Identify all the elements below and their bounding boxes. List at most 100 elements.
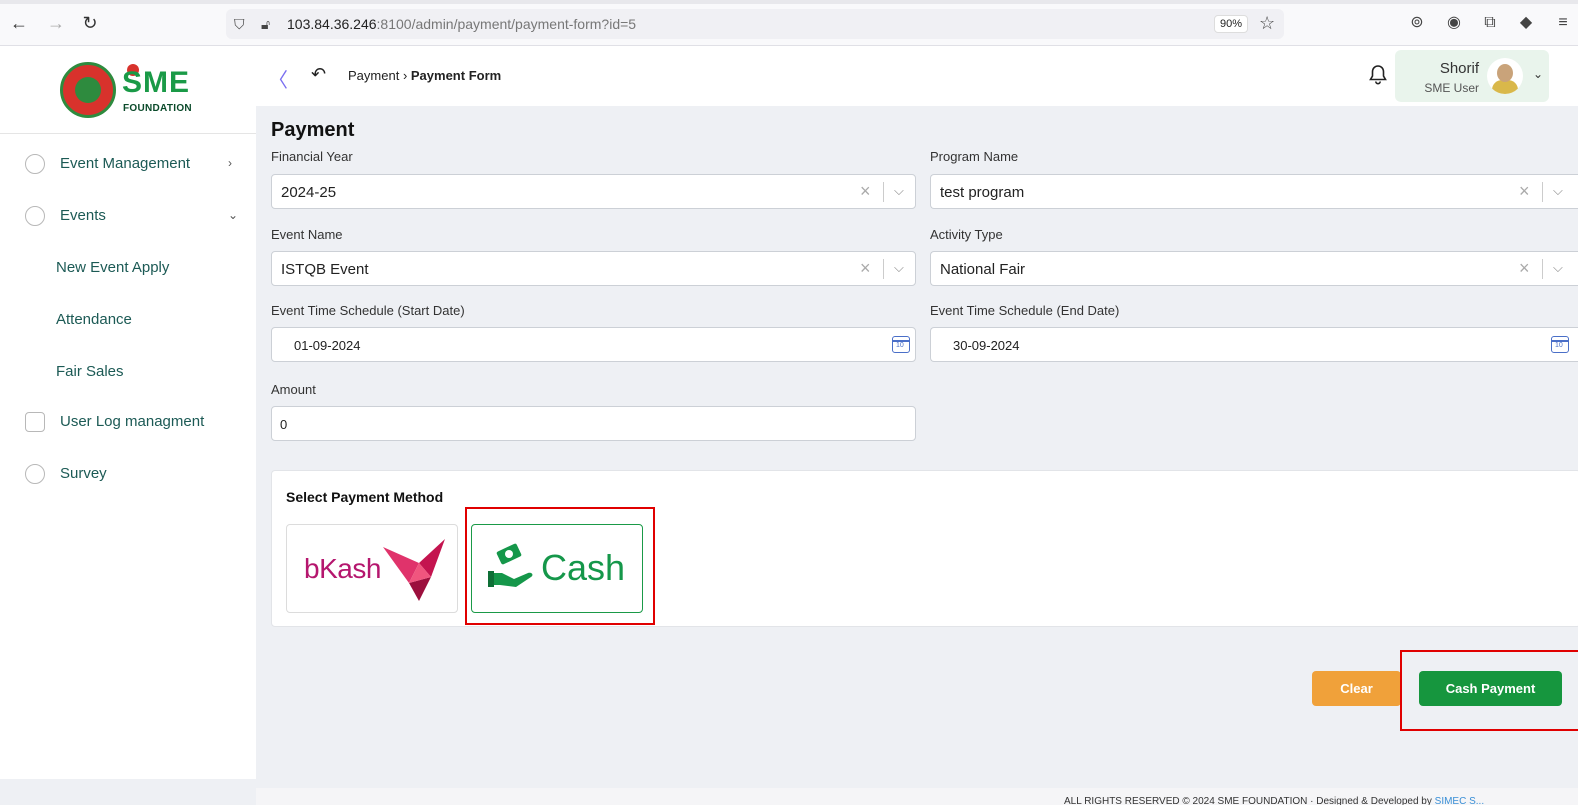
extensions-icon[interactable]: ⧉ — [1480, 13, 1500, 33]
end-date-label: Event Time Schedule (End Date) — [930, 303, 1120, 318]
footer: ALL RIGHTS RESERVED © 2024 SME FOUNDATIO… — [256, 788, 1578, 805]
amount-label: Amount — [271, 382, 316, 397]
program-name-value: test program — [940, 184, 1025, 201]
chevron-down-icon[interactable]: ⌵ — [1553, 260, 1563, 276]
activity-type-select[interactable]: National Fair × ⌵ — [930, 251, 1578, 286]
breadcrumb: Payment › Payment Form — [348, 68, 501, 83]
clear-button[interactable]: Clear — [1312, 671, 1401, 706]
event-name-select[interactable]: ISTQB Event × ⌵ — [271, 251, 916, 286]
top-header: 〈 ↶ Payment › Payment Form Shorif SME Us… — [256, 46, 1578, 106]
chevron-down-icon: ⌄ — [228, 208, 239, 222]
payment-method-title: Select Payment Method — [286, 489, 444, 505]
sidebar-item-user-log[interactable]: User Log managment — [0, 408, 256, 438]
cash-payment-option[interactable]: Cash — [471, 524, 643, 613]
chevron-right-icon: › — [228, 156, 232, 170]
account-icon[interactable]: ◉ — [1444, 13, 1464, 33]
clear-selection-icon[interactable]: × — [1519, 181, 1530, 202]
page-title: Payment — [271, 119, 355, 141]
collapse-sidebar-icon[interactable]: 〈 — [268, 64, 288, 93]
sidebar-item-survey[interactable]: Survey — [0, 460, 256, 490]
back-arrow-icon[interactable]: ← — [9, 13, 29, 33]
camera-log-icon — [25, 412, 45, 432]
chevron-down-icon: ⌄ — [1533, 67, 1544, 81]
lock-circle-icon — [25, 206, 45, 226]
sidebar-item-event-management[interactable]: Event Management › — [0, 150, 256, 180]
url-host: 103.84.36.246 — [287, 16, 377, 32]
shield-icon[interactable]: ⛉ — [234, 16, 245, 33]
sidebar: SME FOUNDATION Event Management › Events… — [0, 46, 256, 779]
amount-input[interactable]: 0 — [271, 406, 916, 441]
chevron-down-icon[interactable]: ⌵ — [1553, 183, 1563, 199]
footer-copyright: ALL RIGHTS RESERVED © 2024 SME FOUNDATIO… — [1064, 796, 1435, 805]
sme-foundation-logo[interactable]: SME FOUNDATION — [60, 60, 210, 120]
program-name-label: Program Name — [930, 149, 1019, 164]
payment-method-card: Select Payment Method bKash Cash — [271, 470, 1578, 627]
cash-payment-button[interactable]: Cash Payment — [1419, 671, 1562, 706]
sidebar-item-events[interactable]: Events ⌄ — [0, 202, 256, 232]
sidebar-item-label: Events — [60, 207, 106, 224]
avatar — [1487, 58, 1523, 94]
financial-year-label: Financial Year — [271, 149, 353, 164]
tab-strip-edge — [0, 0, 1578, 4]
government-emblem-icon — [60, 62, 116, 118]
chevron-down-icon[interactable]: ⌵ — [894, 183, 904, 199]
sidebar-subitem-new-event-apply[interactable]: New Event Apply — [56, 259, 169, 276]
financial-year-select[interactable]: 2024-25 × ⌵ — [271, 174, 916, 209]
program-name-select[interactable]: test program × ⌵ — [930, 174, 1578, 209]
logo-subtitle: FOUNDATION — [123, 103, 192, 114]
user-role: SME User — [1424, 81, 1479, 95]
browser-toolbar: ← → ↻ ⛉ 🔓︎ 103.84.36.246:8100/admin/paym… — [0, 0, 1578, 46]
reload-icon[interactable]: ↻ — [80, 13, 100, 33]
end-date-picker[interactable]: 30-09-2024 10 — [930, 327, 1578, 362]
calendar-icon[interactable]: 10 — [892, 336, 910, 353]
undo-back-icon[interactable]: ↶ — [311, 64, 326, 85]
url-path: :8100/admin/payment/payment-form?id=5 — [376, 16, 637, 32]
event-name-value: ISTQB Event — [281, 261, 369, 278]
cash-hand-icon — [488, 543, 533, 587]
user-profile-menu[interactable]: Shorif SME User ⌄ — [1395, 50, 1549, 102]
clear-selection-icon[interactable]: × — [860, 258, 871, 279]
cash-label: Cash — [541, 547, 626, 588]
calendar-icon[interactable]: 10 — [1551, 336, 1569, 353]
activity-type-value: National Fair — [940, 261, 1026, 278]
menu-hamburger-icon[interactable]: ≡ — [1553, 13, 1573, 33]
main-content: Payment Financial Year 2024-25 × ⌵ Progr… — [263, 108, 1578, 788]
footer-developer-link[interactable]: SIMEC S... — [1435, 796, 1484, 805]
footer-text: ALL RIGHTS RESERVED © 2024 SME FOUNDATIO… — [1064, 796, 1484, 805]
chevron-down-icon[interactable]: ⌵ — [894, 260, 904, 276]
clear-selection-icon[interactable]: × — [1519, 258, 1530, 279]
sidebar-subitem-attendance[interactable]: Attendance — [56, 311, 132, 328]
zoom-level-badge[interactable]: 90% — [1214, 15, 1248, 33]
address-bar[interactable]: ⛉ 🔓︎ 103.84.36.246:8100/admin/payment/pa… — [226, 9, 1284, 39]
sidebar-item-label: Survey — [60, 465, 107, 482]
sidebar-divider — [0, 133, 256, 134]
bkash-bird-logo-icon — [383, 539, 445, 601]
user-name: Shorif — [1439, 60, 1479, 77]
forward-arrow-icon[interactable]: → — [46, 13, 66, 33]
clear-selection-icon[interactable]: × — [860, 181, 871, 202]
insecure-lock-icon[interactable]: 🔓︎ — [261, 16, 270, 33]
financial-year-value: 2024-25 — [281, 184, 337, 201]
extension-fox-icon[interactable]: ◆ — [1516, 13, 1536, 33]
event-name-label: Event Name — [271, 227, 343, 242]
start-date-label: Event Time Schedule (Start Date) — [271, 303, 465, 318]
url-text[interactable]: 103.84.36.246:8100/admin/payment/payment… — [287, 16, 636, 32]
breadcrumb-separator-icon: › — [402, 68, 411, 83]
lock-circle-icon — [25, 154, 45, 174]
start-date-picker[interactable]: 01-09-2024 10 — [271, 327, 916, 362]
sidebar-item-label: User Log managment — [60, 413, 205, 430]
breadcrumb-current: Payment Form — [410, 68, 502, 83]
sidebar-subitem-fair-sales[interactable]: Fair Sales — [56, 363, 124, 380]
bkash-label: bKash — [304, 553, 381, 584]
end-date-value: 30-09-2024 — [953, 338, 1020, 353]
pie-chart-icon — [25, 464, 45, 484]
amount-value: 0 — [280, 417, 288, 432]
sidebar-item-label: Event Management — [60, 155, 191, 172]
bookmark-star-icon[interactable]: ☆ — [1259, 13, 1275, 34]
breadcrumb-parent[interactable]: Payment — [348, 68, 399, 83]
notification-bell-icon[interactable] — [1366, 63, 1390, 87]
start-date-value: 01-09-2024 — [294, 338, 361, 353]
bkash-payment-option[interactable]: bKash — [286, 524, 458, 613]
activity-type-label: Activity Type — [930, 227, 1003, 242]
pocket-icon[interactable]: ⊚ — [1407, 13, 1427, 33]
